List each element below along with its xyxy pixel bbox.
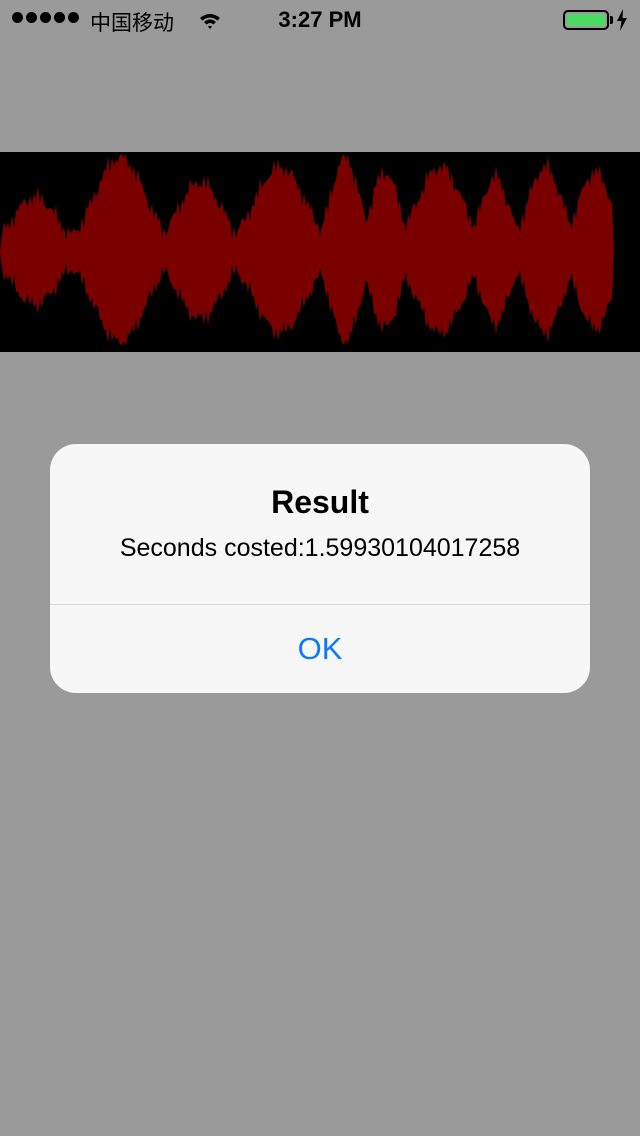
waveform-graph: [0, 154, 640, 346]
waveform-shape: [0, 154, 640, 346]
battery-tip: [610, 16, 613, 24]
battery-icon: [563, 10, 609, 30]
status-time: 3:27 PM: [278, 7, 362, 32]
alert-title: Result: [271, 484, 369, 520]
alert-dialog: Result Seconds costed:1.59930104017258 O…: [50, 444, 590, 693]
alert-message: Seconds costed:1.59930104017258: [119, 534, 521, 562]
charging-bolt-icon: [616, 9, 628, 37]
status-bar: 中国移动 3:27 PM: [0, 0, 640, 40]
audio-waveform: [0, 152, 640, 352]
ok-button[interactable]: OK: [50, 605, 590, 693]
